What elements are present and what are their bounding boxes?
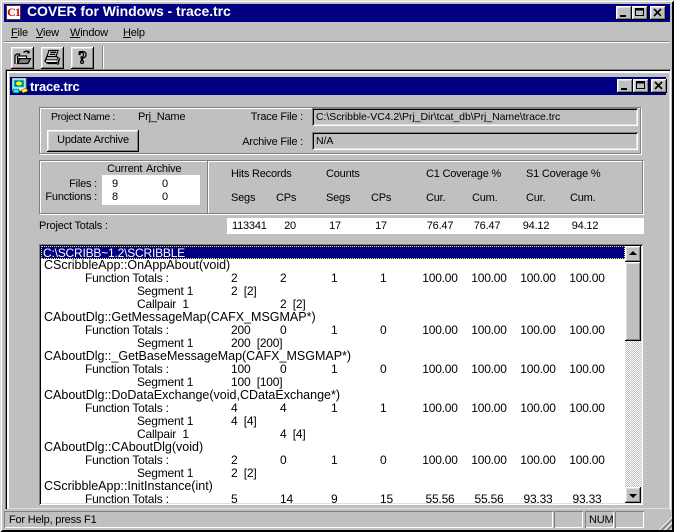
svg-text:?: ? [78,48,87,68]
